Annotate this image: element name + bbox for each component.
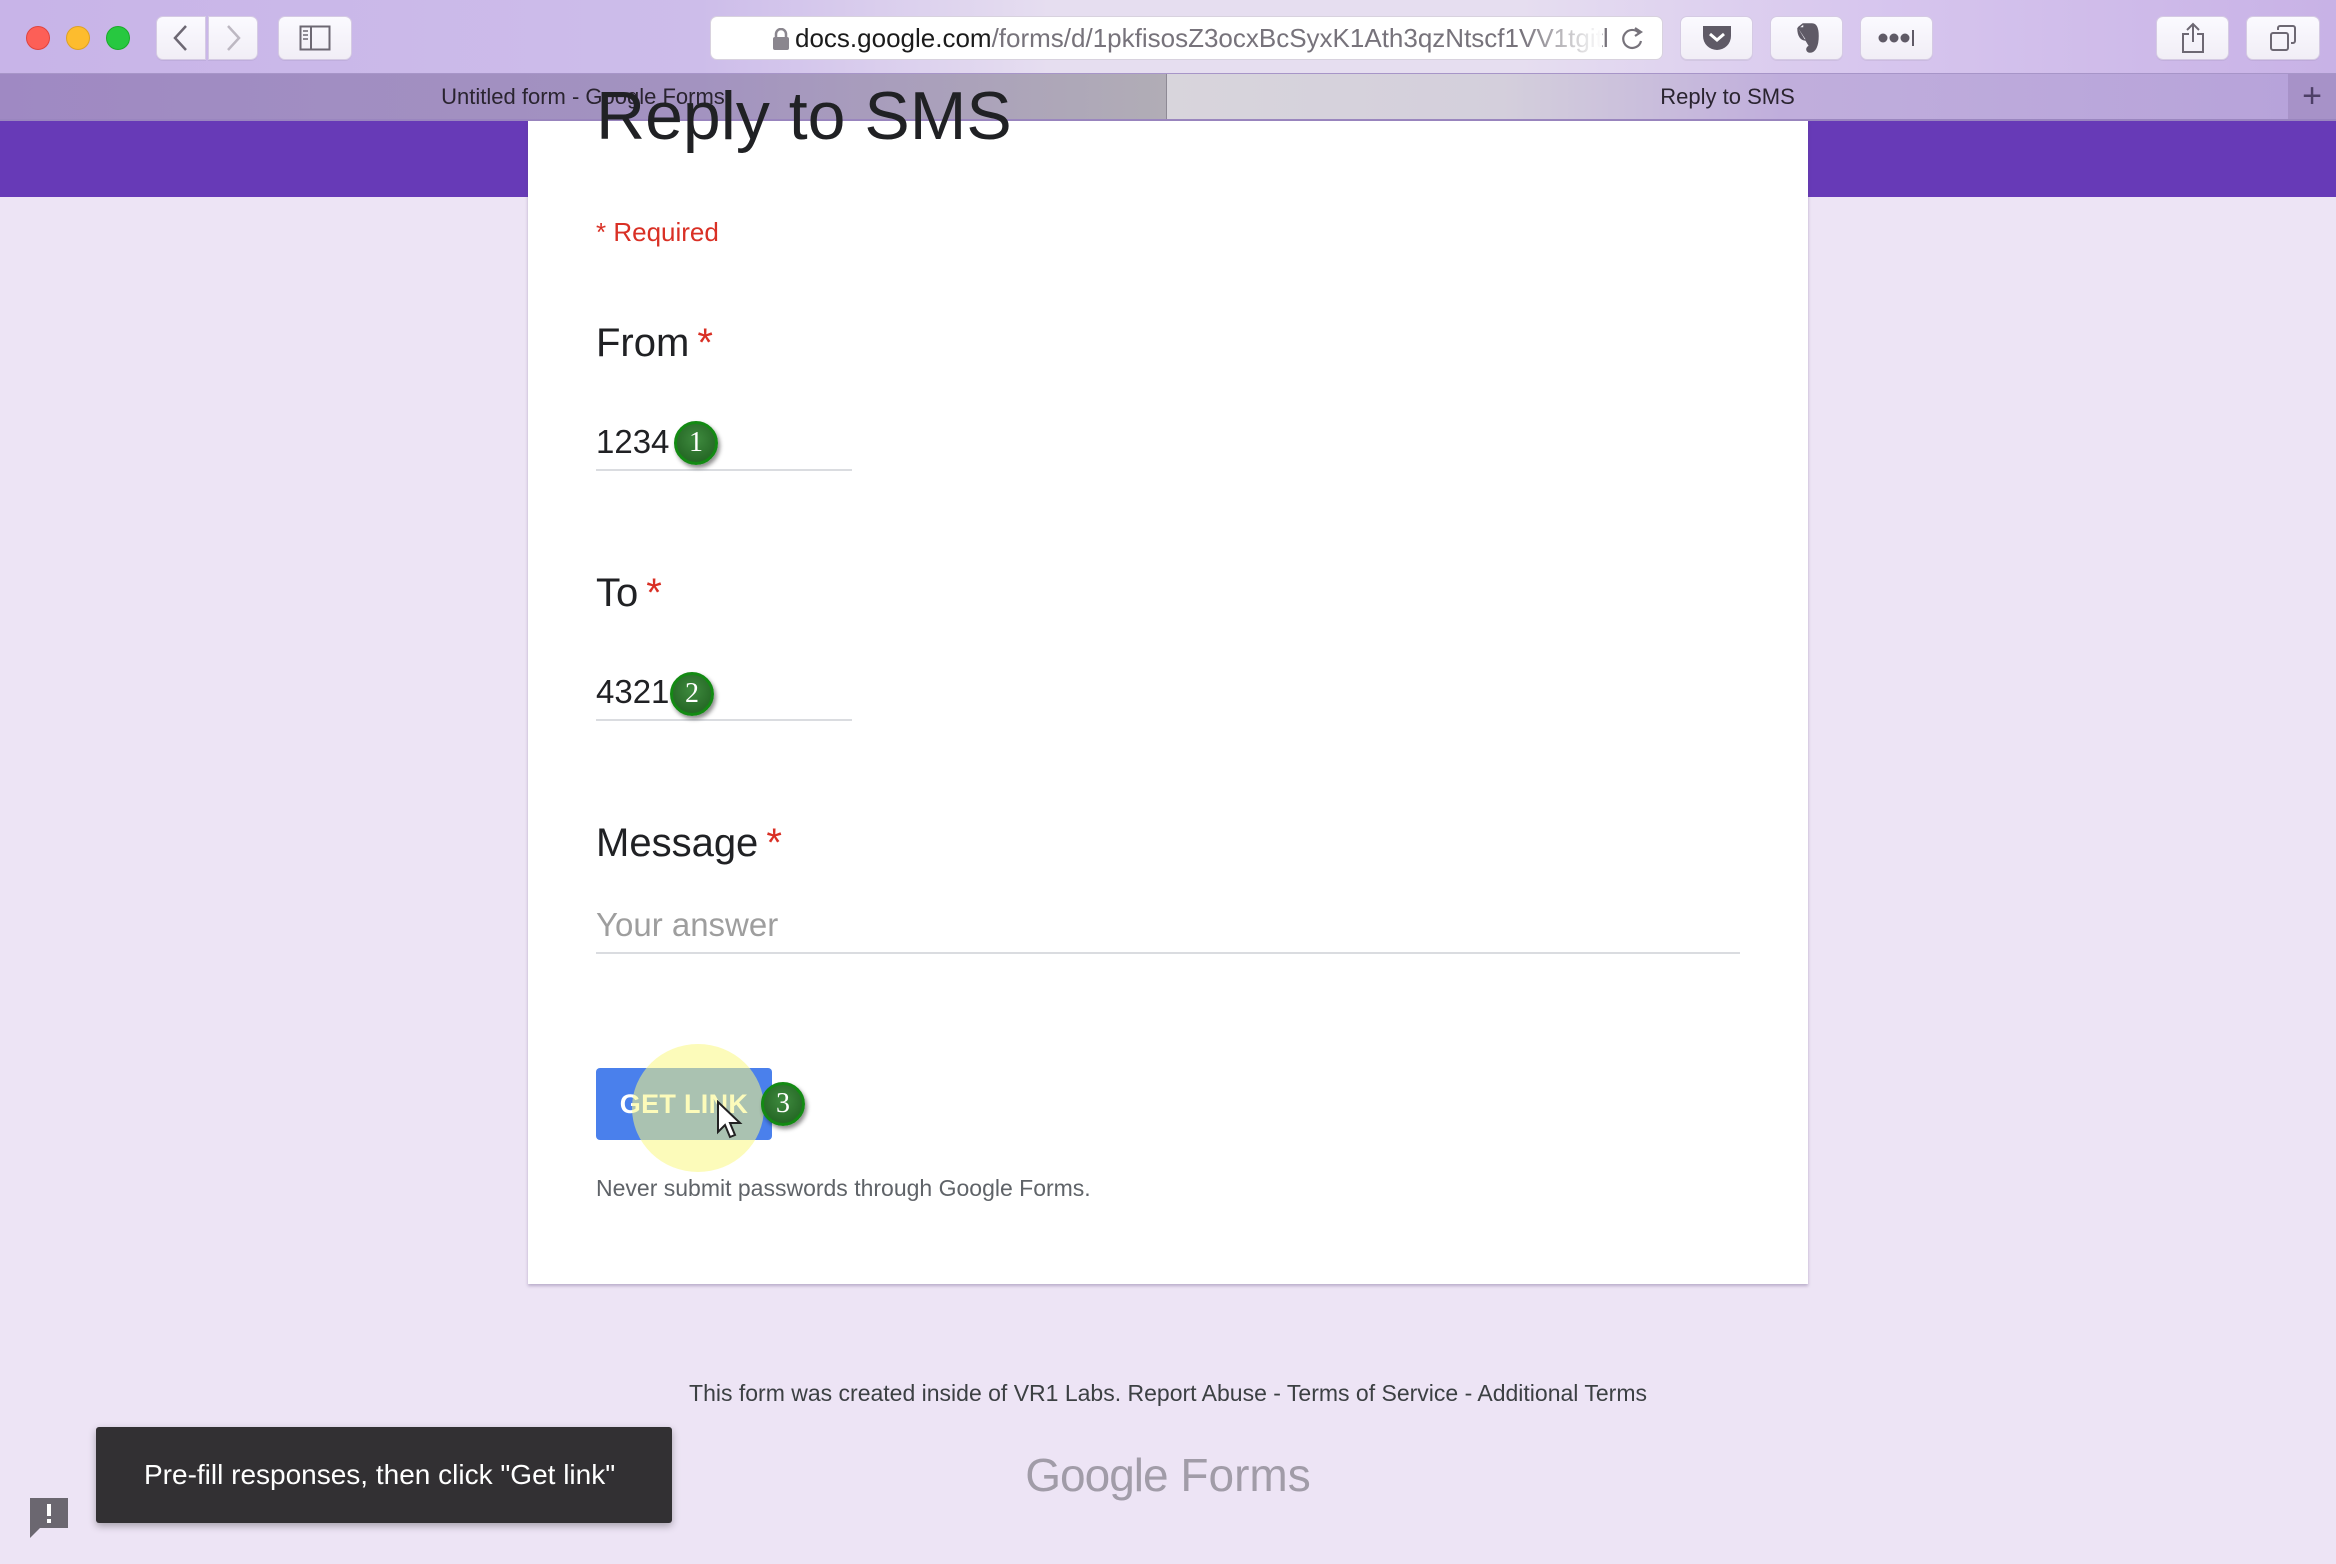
step-badge-3: 3: [761, 1082, 805, 1126]
zoom-window-button[interactable]: [106, 26, 130, 50]
report-problem-icon[interactable]: [28, 1496, 70, 1538]
password-warning: Never submit passwords through Google Fo…: [596, 1175, 1091, 1201]
required-asterisk: *: [646, 571, 662, 615]
close-window-button[interactable]: [26, 26, 50, 50]
minimize-window-button[interactable]: [66, 26, 90, 50]
required-note: * Required: [596, 217, 719, 247]
browser-toolbar: docs.google.com/forms/d/1pkfisosZ3ocxBcS…: [0, 0, 2336, 74]
evernote-elephant-icon: [1796, 23, 1819, 53]
report-abuse-link[interactable]: Report Abuse: [1128, 1380, 1267, 1406]
tab-bar: Untitled form - Google Forms Reply to SM…: [0, 74, 2336, 121]
step-badge-2: 2: [670, 672, 714, 716]
mouse-cursor-icon: [717, 1100, 743, 1139]
additional-terms-link[interactable]: Additional Terms: [1477, 1380, 1647, 1406]
terms-of-service-link[interactable]: Terms of Service: [1287, 1380, 1458, 1406]
message-input[interactable]: Your answer: [596, 906, 1740, 954]
more-extensions-button[interactable]: [1860, 16, 1933, 60]
address-bar[interactable]: docs.google.com/forms/d/1pkfisosZ3ocxBcS…: [710, 16, 1663, 60]
chevron-right-icon: [227, 25, 241, 51]
tabs-overview-icon: [2270, 25, 2296, 51]
evernote-button[interactable]: [1770, 16, 1843, 60]
chevron-left-icon: [173, 25, 187, 51]
sidebar-icon: [299, 25, 331, 51]
share-icon: [2181, 22, 2204, 53]
more-dots-icon: [1878, 30, 1914, 46]
step-badge-1: 1: [674, 421, 718, 465]
pocket-button[interactable]: [1680, 16, 1753, 60]
from-input[interactable]: 1234: [596, 423, 852, 471]
forward-button[interactable]: [208, 16, 258, 60]
to-input[interactable]: 4321: [596, 673, 852, 721]
footer-links: This form was created inside of VR1 Labs…: [689, 1380, 1647, 1406]
get-link-button[interactable]: GET LINK: [596, 1068, 772, 1140]
pocket-icon: [1702, 26, 1731, 50]
question-to-label: To *: [596, 571, 662, 615]
question-from-label: From *: [596, 321, 713, 365]
required-asterisk: *: [697, 321, 713, 365]
url-path: /forms/d/1pkfisosZ3ocxBcSyxK1Ath3qzNtscf…: [991, 22, 1609, 53]
reload-icon[interactable]: [1618, 25, 1646, 53]
new-tab-button[interactable]: +: [2288, 74, 2336, 119]
question-message-label: Message *: [596, 821, 782, 865]
tab-reply-to-sms[interactable]: Reply to SMS: [1167, 74, 2288, 119]
url-host: docs.google.com: [795, 22, 992, 53]
sidebar-button[interactable]: [278, 16, 352, 60]
share-button[interactable]: [2156, 16, 2229, 60]
form-title: Reply to SMS: [596, 78, 1012, 154]
back-button[interactable]: [156, 16, 206, 60]
toast-message: Pre-fill responses, then click "Get link…: [96, 1427, 672, 1523]
show-tabs-button[interactable]: [2246, 16, 2320, 60]
lock-icon: [773, 28, 789, 50]
required-asterisk: *: [766, 821, 782, 865]
